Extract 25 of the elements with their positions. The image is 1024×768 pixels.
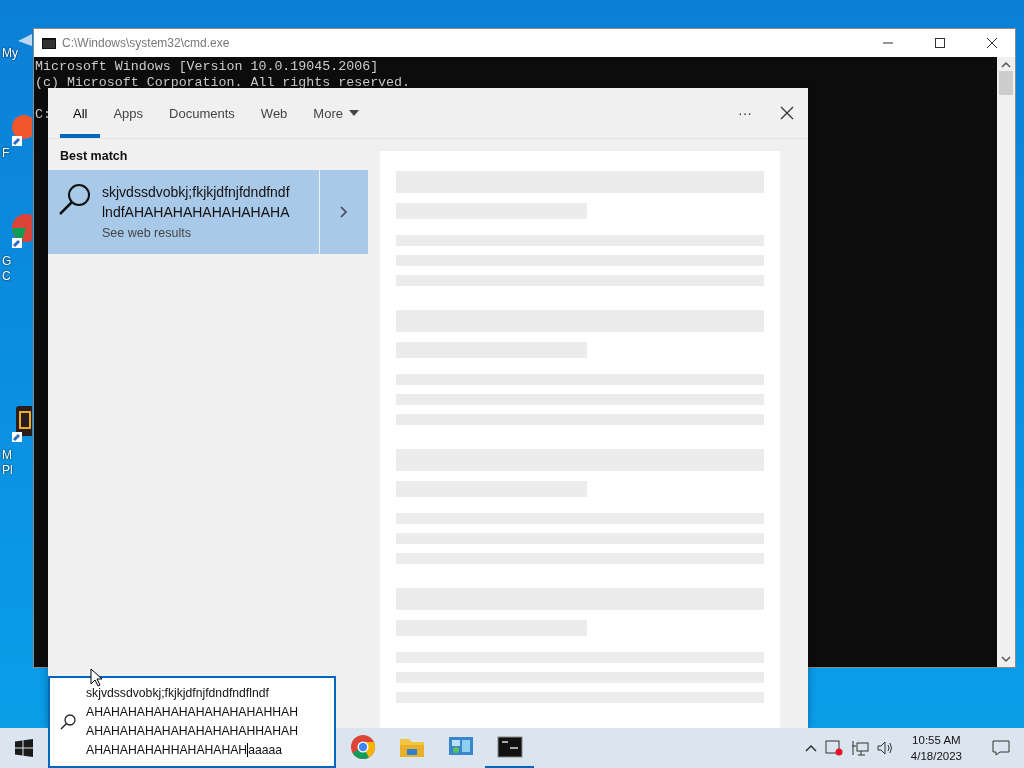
filter-tab[interactable]: All [60,88,101,138]
web-result-link[interactable]: skjvdssdvobkj;fkjkjdfnjfdndfndf lndfAHAHAHAHAHAHAHAHA See web results [48,170,319,254]
console-line: C: [35,107,51,123]
more-options-button[interactable]: ··· [724,88,766,138]
result-subtitle: See web results [102,226,192,240]
filter-tab[interactable]: Apps [100,88,157,138]
filter-tab[interactable]: More [300,88,372,138]
clock[interactable]: 10:55 AM 4/18/2023 [902,732,970,764]
icon-label: My [2,46,18,61]
result-title: lndfAHAHAHAHAHAHAHAHA [102,203,290,222]
filter-tab[interactable]: Documents [156,88,248,138]
console-line: Microsoft Windows [Version 10.0.19045.2006] [35,59,379,75]
icon-label: G [2,254,12,269]
icon-label: M [2,448,12,463]
icon-label: Pl [2,463,13,478]
window-title: C:\Windows\system32\cmd.exe [62,36,231,50]
date-text: 4/18/2023 [910,749,962,764]
icon-label: F [2,146,10,161]
icon-label: C [2,269,11,284]
search-field[interactable]: skjvdssdvobkj;fkjkjdfnjfdndfndflndf AHAHAHAHAHAHAHAHAHAHAHHAH AHAHAHAHAHAHAHAHAHAHHAHAH AHAHAHAHAHHAHAHAHAHaaaaa [48,676,336,768]
result-title: skjvdssdvobkj;fkjkjdfnjfdndfndf [102,183,290,202]
filter-tab[interactable]: Web [247,88,301,138]
console-line: (c) Microsoft Corporation. All rights reserved. [35,75,411,91]
time-text: 10:55 AM [912,733,961,748]
section-heading: Best match [59,148,129,165]
